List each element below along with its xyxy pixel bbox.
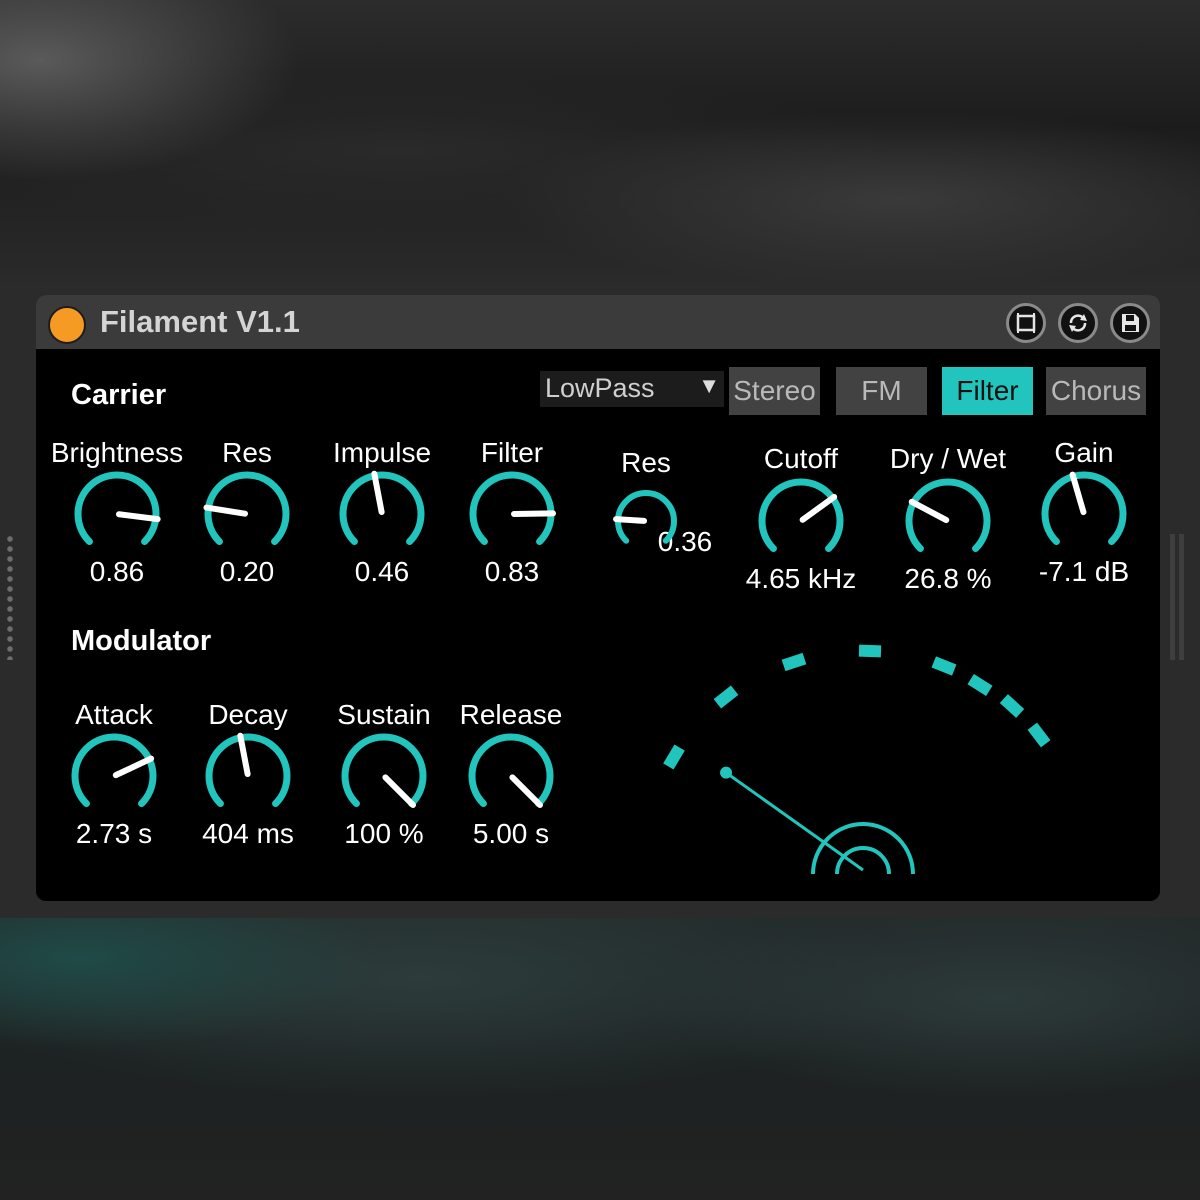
meter-tick [999, 694, 1025, 718]
meter-tick [967, 674, 993, 696]
grip-handle-icon[interactable] [6, 534, 14, 660]
needle-meter [663, 644, 1051, 875]
meter-tick [663, 744, 685, 770]
meter-needle [725, 771, 864, 872]
meter-tick [1027, 722, 1051, 748]
filament-device: Filament V1.1 Carrier Modulator LowPass … [36, 295, 1160, 901]
background-bottom [0, 918, 1200, 1200]
meter-needle-tip [720, 766, 733, 779]
meter-tick [858, 644, 882, 658]
meter-tick [781, 652, 807, 672]
meter-hub-inner [835, 846, 891, 875]
level-meter-icon [1170, 534, 1188, 660]
background-top [0, 0, 1200, 282]
meter-tick [931, 656, 957, 676]
meter-tick [713, 685, 739, 709]
